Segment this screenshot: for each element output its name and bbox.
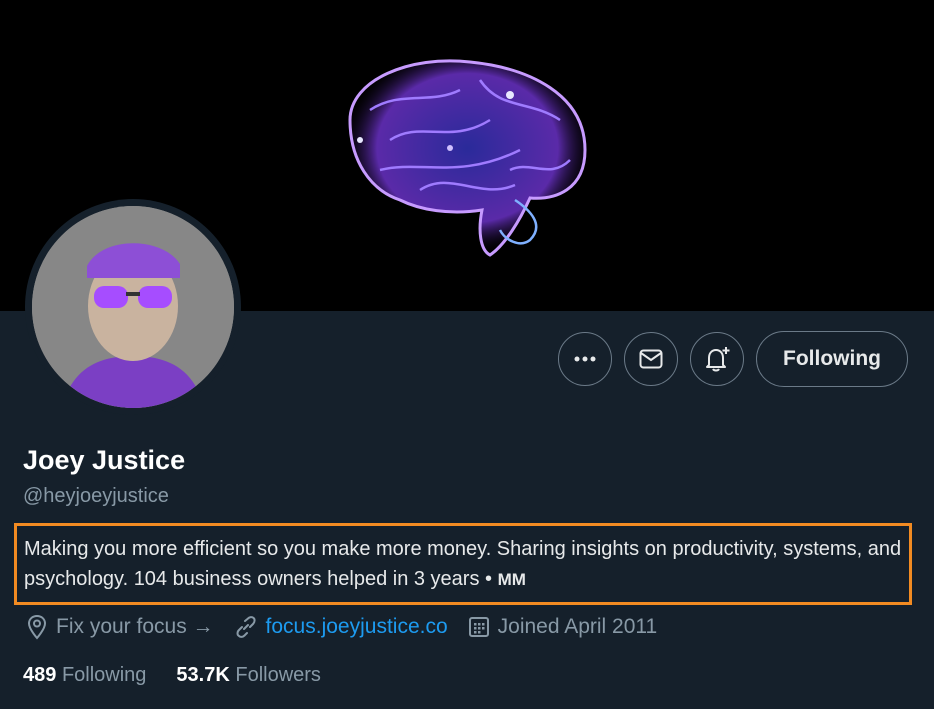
website[interactable]: focus.joeyjustice.co: [234, 615, 448, 639]
link-icon: [236, 616, 256, 638]
user-handle: @heyjoeyjustice: [23, 485, 169, 507]
bio-mm: MM: [497, 570, 526, 589]
joined-text: Joined April 2011: [497, 615, 658, 638]
display-name: Joey Justice: [23, 445, 186, 475]
following-button[interactable]: Following: [756, 331, 908, 387]
mail-icon: [639, 349, 663, 369]
following-count-link[interactable]: 489 Following: [23, 664, 146, 687]
avatar-portrait: [32, 206, 234, 408]
avatar[interactable]: [25, 199, 241, 415]
calendar-icon: [468, 617, 489, 637]
brain-image: [348, 59, 587, 257]
location: Fix your focus →: [26, 614, 214, 640]
more-icon: [574, 356, 596, 362]
notifications-button[interactable]: [690, 332, 745, 386]
followers-label: Followers: [235, 664, 321, 686]
avatar-photo: [32, 206, 234, 408]
followers-count-link[interactable]: 53.7K Followers: [176, 664, 321, 687]
profile-actions: Following: [558, 331, 908, 387]
joined-date: Joined April 2011: [468, 615, 658, 639]
website-link[interactable]: focus.joeyjustice.co: [266, 615, 448, 639]
following-count: 489: [23, 664, 57, 686]
message-button[interactable]: [624, 332, 679, 386]
follow-stats: 489 Following 53.7K Followers: [23, 664, 321, 687]
followers-count: 53.7K: [176, 664, 230, 686]
bell-plus-icon: [706, 347, 730, 372]
more-button[interactable]: [558, 332, 613, 386]
bio-text: Making you more efficient so you make mo…: [24, 538, 902, 590]
location-text: Fix your focus →: [56, 615, 214, 638]
bio: Making you more efficient so you make mo…: [24, 534, 904, 595]
location-pin-icon: [27, 614, 47, 640]
profile-meta: Fix your focus → focus.joeyjustice.co Jo…: [26, 614, 677, 640]
following-label: Following: [61, 664, 147, 686]
